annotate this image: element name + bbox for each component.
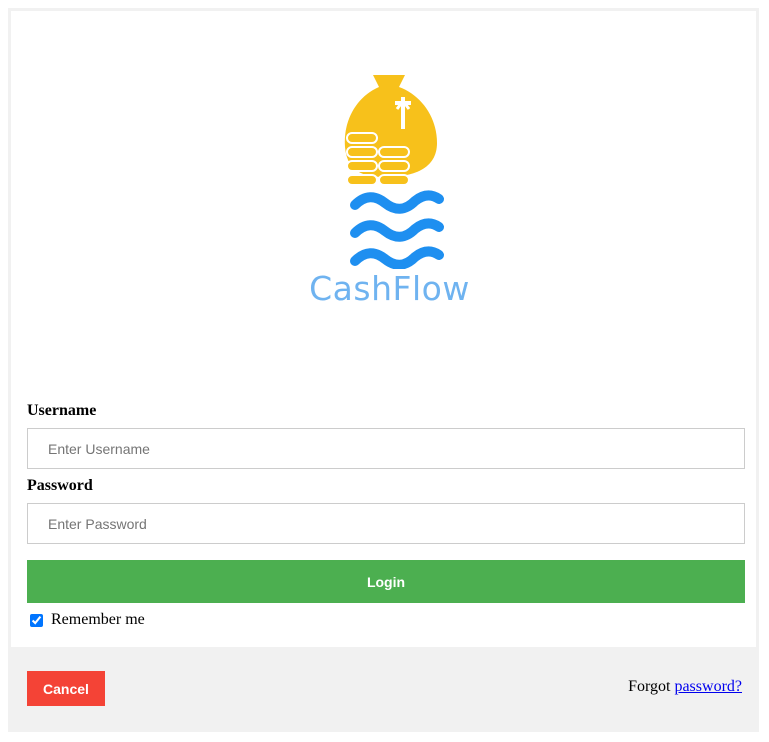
forgot-password: Forgot password? xyxy=(628,678,742,696)
cashflow-logo-icon xyxy=(344,75,444,269)
login-button[interactable]: Login xyxy=(27,560,745,603)
password-label: Password xyxy=(27,477,93,494)
username-label: Username xyxy=(27,402,97,419)
cancel-button[interactable]: Cancel xyxy=(27,671,105,706)
username-input[interactable] xyxy=(27,428,745,469)
password-input[interactable] xyxy=(27,503,745,544)
remember-me-checkbox[interactable] xyxy=(30,613,43,627)
footer: Cancel Forgot password? xyxy=(11,647,756,732)
remember-me: Remember me xyxy=(30,611,145,629)
logo-area: CashFlow xyxy=(11,11,756,391)
forgot-password-link[interactable]: password? xyxy=(674,678,742,695)
remember-me-label: Remember me xyxy=(51,611,145,628)
logo-text: CashFlow xyxy=(309,269,470,308)
forgot-prefix: Forgot xyxy=(628,678,671,695)
login-container: CashFlow Username Password Login Remembe… xyxy=(8,8,759,732)
waves-icon xyxy=(350,190,444,269)
